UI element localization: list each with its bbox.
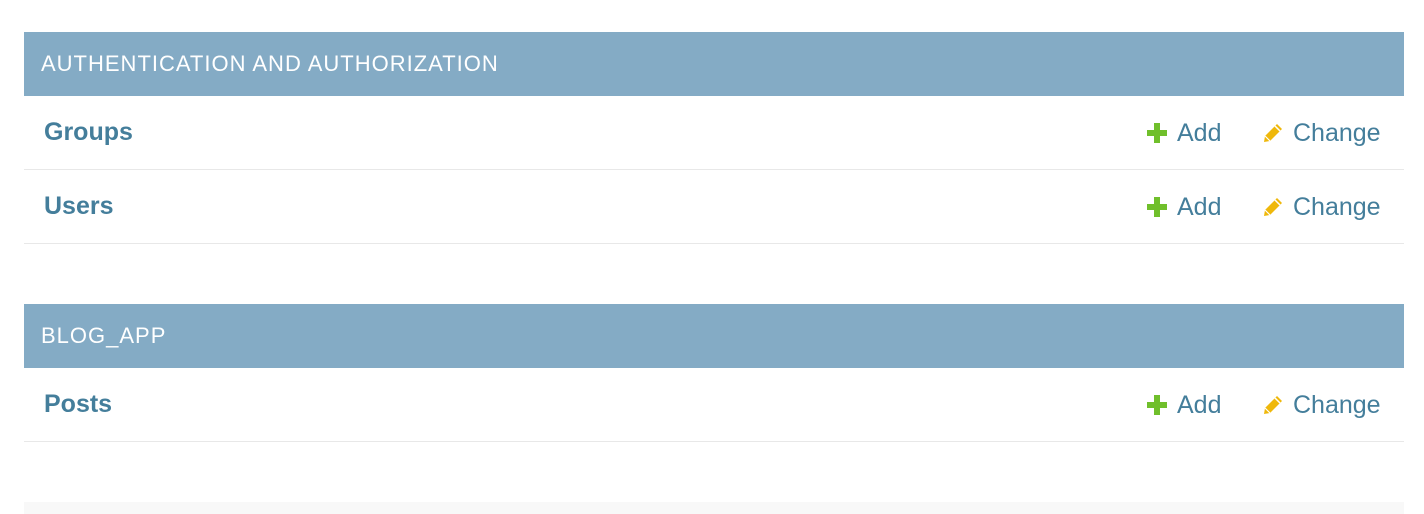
module-blog-app: BLOG_APP Posts Add Change [24, 304, 1404, 442]
change-label: Change [1293, 391, 1381, 419]
pencil-icon [1262, 196, 1284, 218]
add-label: Add [1177, 119, 1222, 147]
pencil-icon [1262, 394, 1284, 416]
plus-icon [1146, 394, 1168, 416]
module-caption: AUTHENTICATION AND AUTHORIZATION [24, 32, 1404, 96]
model-link-users[interactable]: Users [44, 170, 114, 242]
change-users-link[interactable]: Change [1262, 170, 1381, 244]
model-row-posts: Posts Add Change [24, 368, 1404, 442]
model-link-posts[interactable]: Posts [44, 368, 112, 440]
change-posts-link[interactable]: Change [1262, 368, 1381, 442]
add-groups-link[interactable]: Add [1146, 96, 1221, 170]
change-label: Change [1293, 119, 1381, 147]
model-row-groups: Groups Add Change [24, 96, 1404, 170]
change-groups-link[interactable]: Change [1262, 96, 1381, 170]
footer-strip [24, 502, 1404, 514]
add-users-link[interactable]: Add [1146, 170, 1221, 244]
add-label: Add [1177, 391, 1222, 419]
pencil-icon [1262, 122, 1284, 144]
change-label: Change [1293, 193, 1381, 221]
plus-icon [1146, 196, 1168, 218]
plus-icon [1146, 122, 1168, 144]
add-label: Add [1177, 193, 1222, 221]
module-auth: AUTHENTICATION AND AUTHORIZATION Groups … [24, 32, 1404, 244]
module-caption: BLOG_APP [24, 304, 1404, 368]
model-link-groups[interactable]: Groups [44, 96, 133, 168]
model-row-users: Users Add Change [24, 170, 1404, 244]
add-posts-link[interactable]: Add [1146, 368, 1221, 442]
